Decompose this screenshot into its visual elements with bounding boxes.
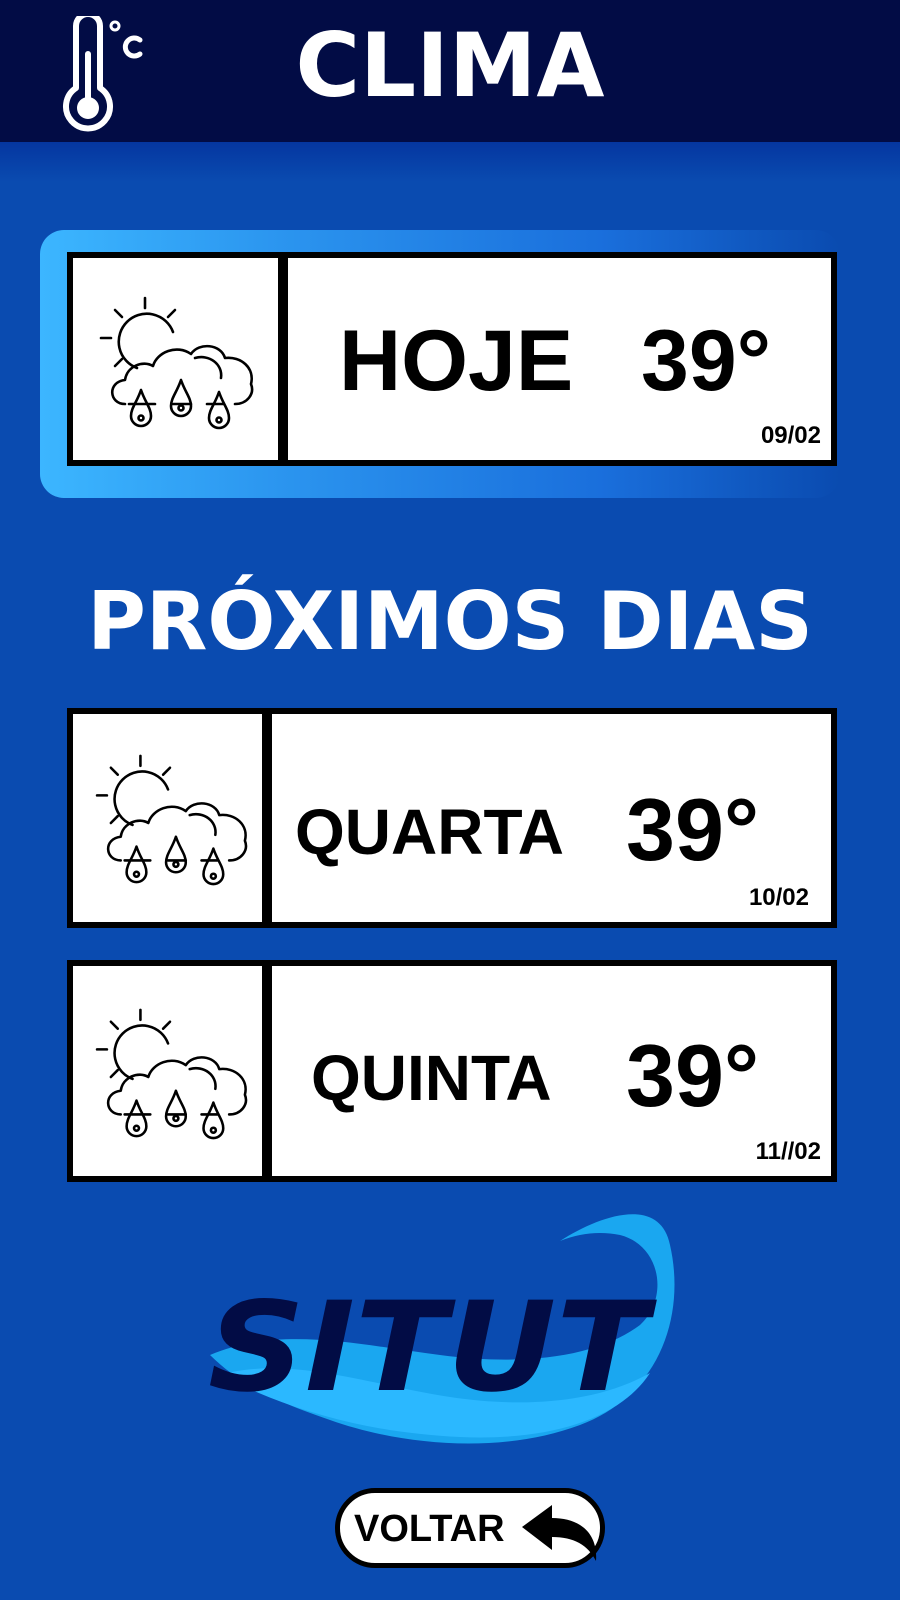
situt-logo: SITUT <box>208 1214 675 1444</box>
forecast-date: 10/02 <box>748 884 809 911</box>
today-card: HOJE 39° 09/02 <box>67 252 837 466</box>
logo-text: SITUT <box>208 1276 657 1420</box>
page-title: CLIMA <box>295 14 605 117</box>
undo-arrow-icon <box>522 1505 597 1561</box>
sun-cloud-rain-icon <box>99 296 254 430</box>
today-icon-box <box>73 258 288 460</box>
forecast-date: 11//02 <box>755 1138 821 1165</box>
forecast-card-quinta: QUINTA 39° 11//02 <box>67 960 837 1182</box>
thermometer-celsius-icon <box>63 16 143 132</box>
today-temperature: 39° <box>641 313 772 409</box>
sun-cloud-rain-icon <box>95 1008 248 1140</box>
forecast-card-quarta: QUARTA 39° 10/02 <box>67 708 837 928</box>
forecast-temperature: 39° <box>626 1026 760 1125</box>
back-button-label: VOLTAR <box>354 1508 505 1550</box>
header-shadow <box>0 142 900 182</box>
section-title: PRÓXIMOS DIAS <box>87 575 813 668</box>
forecast-temperature: 39° <box>626 780 760 879</box>
sun-cloud-rain-icon <box>95 754 248 886</box>
today-label: HOJE <box>339 313 574 409</box>
today-date: 09/02 <box>760 422 821 449</box>
header-bar: CLIMA <box>0 0 900 142</box>
forecast-day-label: QUINTA <box>311 1042 552 1114</box>
forecast-icon-box <box>73 714 272 922</box>
back-button[interactable]: VOLTAR <box>335 1488 605 1568</box>
forecast-day-label: QUARTA <box>295 796 564 868</box>
forecast-icon-box <box>73 966 272 1176</box>
